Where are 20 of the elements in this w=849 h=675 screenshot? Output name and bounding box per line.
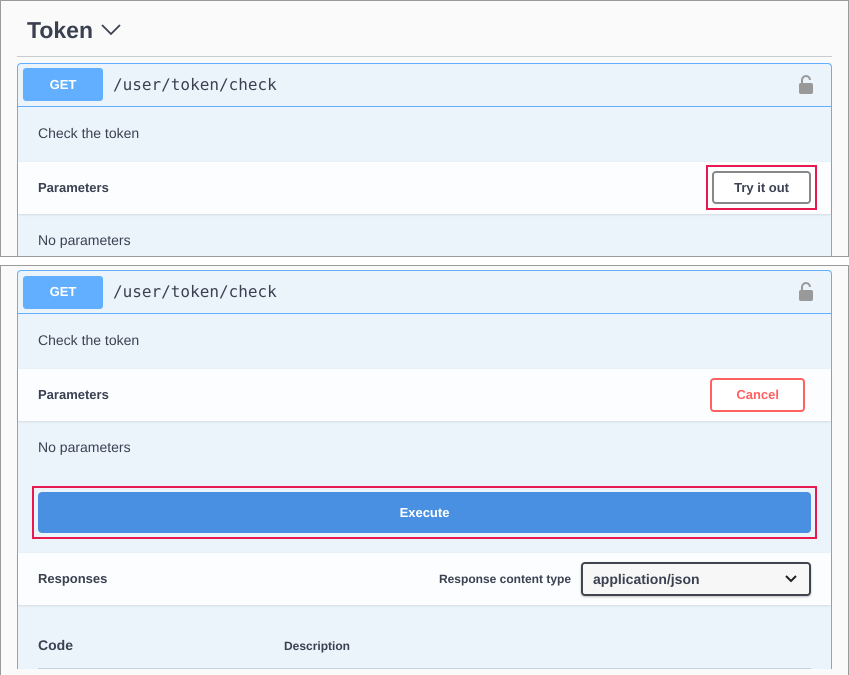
- empty-text: No parameters: [37, 438, 132, 457]
- section-label: Parameters: [38, 386, 109, 404]
- method-badge: GET: [23, 276, 103, 308]
- method-badge: GET: [23, 68, 103, 101]
- section-label: Responses: [38, 570, 108, 588]
- section-label: Parameters: [38, 178, 109, 197]
- field-label: Response content type: [438, 571, 571, 588]
- endpoint-path: /user/token/check: [113, 281, 277, 303]
- caret-icon: [785, 575, 797, 583]
- unlocked-lock-icon[interactable]: [798, 282, 814, 302]
- unlocked-lock-icon[interactable]: [798, 74, 814, 94]
- description-text: Check the token: [37, 331, 140, 350]
- try-it-out-button[interactable]: Try it out: [712, 170, 811, 204]
- section-title[interactable]: Token: [27, 13, 94, 48]
- description-text: Check the token: [37, 124, 140, 142]
- endpoint-path: /user/token/check: [113, 74, 277, 96]
- column-header: Code: [38, 636, 74, 655]
- content-type-dropdown[interactable]: application/json: [581, 562, 811, 596]
- column-header: Description: [284, 638, 350, 655]
- empty-text: No parameters: [37, 230, 132, 250]
